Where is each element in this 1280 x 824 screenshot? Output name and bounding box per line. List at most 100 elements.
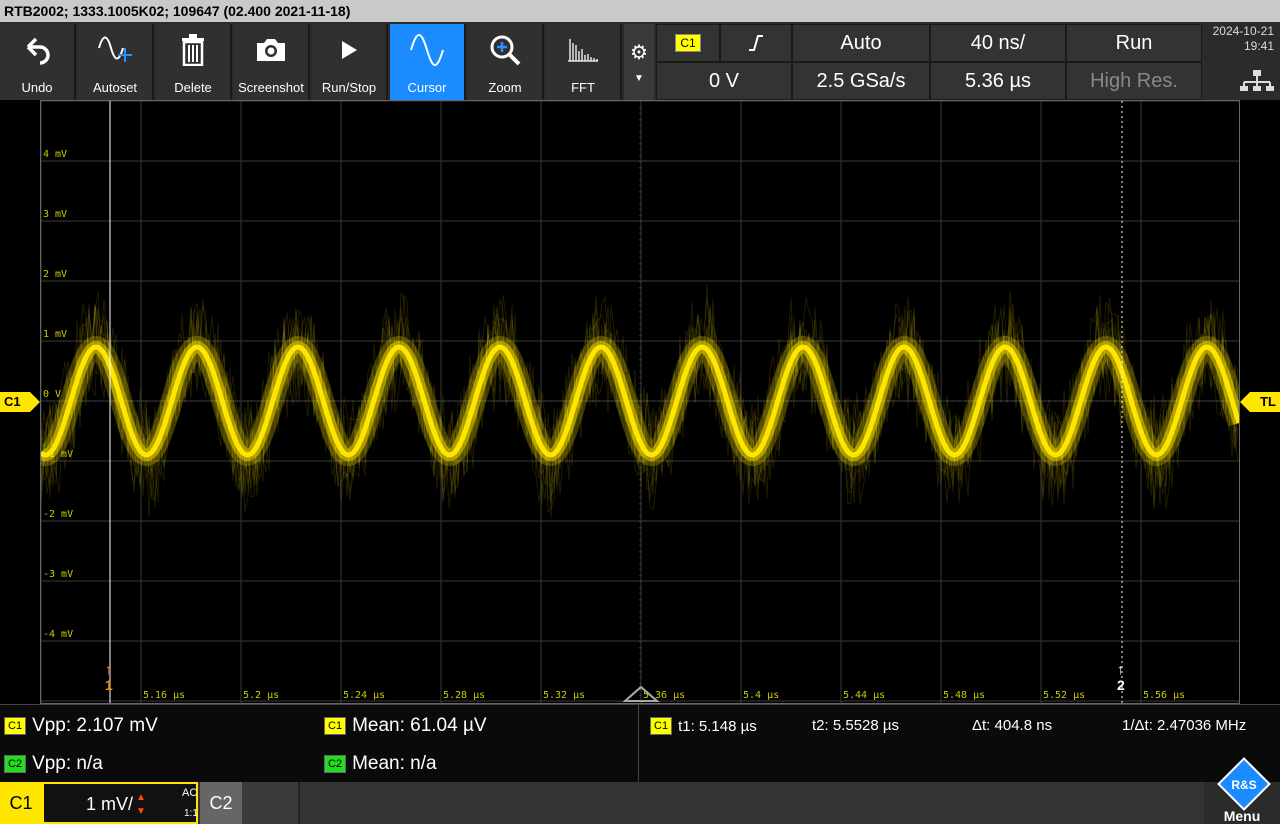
autoset-button[interactable]: Autoset bbox=[78, 24, 154, 100]
horizontal-position[interactable]: 5.36 µs bbox=[930, 62, 1066, 100]
x-tick-label: 5.32 µs bbox=[543, 690, 585, 701]
x-tick-label: 5.4 µs bbox=[743, 690, 779, 701]
y-tick-label: 1 mV bbox=[43, 329, 67, 340]
cursor-channel-badge: C1 bbox=[650, 717, 673, 735]
channel-bar: C1 1 mV/ ▲ ▼ AC 1:1 C2 R&S Menu bbox=[0, 757, 1280, 824]
menu-label: Menu bbox=[1223, 808, 1261, 824]
x-tick-label: 5.24 µs bbox=[343, 690, 385, 701]
c2-mean-value: Mean: n/a bbox=[352, 753, 437, 774]
trigger-level-marker[interactable]: TL bbox=[1240, 392, 1280, 412]
c1-mean-badge: C1 bbox=[324, 717, 347, 735]
trash-icon bbox=[182, 34, 204, 66]
channel-2-tab[interactable]: C2 bbox=[200, 782, 242, 824]
cursor-2-label: 2 bbox=[1117, 677, 1125, 693]
waveform-display[interactable]: 4 mV 3 mV 2 mV 1 mV 0 V -1 mV -2 mV -3 mV -4 mV … bbox=[40, 100, 1240, 704]
date: 2024-10-21 bbox=[1212, 24, 1274, 38]
zoom-in-icon bbox=[490, 35, 521, 66]
chevron-down-icon: ▼ bbox=[634, 73, 644, 84]
trigger-channel-badge: C1 bbox=[675, 34, 701, 52]
delete-button[interactable]: Delete bbox=[156, 24, 232, 100]
autoset-icon bbox=[98, 36, 132, 62]
screenshot-label: Screenshot bbox=[238, 80, 304, 95]
waveform-svg[interactable]: 4 mV3 mV2 mV1 mV0 V-1 mV-2 mV-3 mV-4 mV … bbox=[41, 101, 1239, 703]
datetime: 2024-10-21 19:41 bbox=[1204, 24, 1280, 54]
c1-vpp-measurement[interactable]: C1 Vpp: 2.107 mV bbox=[4, 715, 158, 737]
measurement-panel: C1 Vpp: 2.107 mV C1 Mean: 61.04 µV C2 Vp… bbox=[0, 704, 1280, 783]
rising-edge-icon bbox=[749, 35, 763, 51]
y-tick-label: 3 mV bbox=[43, 209, 67, 220]
undo-label: Undo bbox=[21, 80, 53, 95]
sine-icon bbox=[410, 34, 444, 66]
run-stop-label: Run/Stop bbox=[321, 80, 377, 95]
screenshot-button[interactable]: Screenshot bbox=[234, 24, 310, 100]
channel-1-tab[interactable]: C1 bbox=[0, 782, 42, 824]
cursor-1-marker[interactable]: ↑ 1 bbox=[105, 661, 113, 693]
cursor-2-marker[interactable]: ↑ 2 bbox=[1117, 661, 1125, 693]
cursor-t1: t1: 5.148 µs bbox=[678, 717, 757, 735]
cursor-measurement[interactable]: C1 t1: 5.148 µs bbox=[650, 717, 757, 735]
c1-vpp-badge: C1 bbox=[4, 717, 27, 735]
zoom-label: Zoom bbox=[488, 80, 522, 95]
scale-up-icon[interactable]: ▲ bbox=[136, 792, 146, 803]
x-tick-label: 5.56 µs bbox=[1143, 690, 1185, 701]
y-tick-label: 4 mV bbox=[43, 149, 67, 160]
trigger-level[interactable]: 0 V bbox=[656, 62, 792, 100]
y-tick-label: -4 mV bbox=[43, 629, 73, 640]
c2-mean-measurement[interactable]: C2 Mean: n/a bbox=[324, 753, 437, 775]
c2-vpp-measurement[interactable]: C2 Vpp: n/a bbox=[4, 753, 103, 775]
timebase[interactable]: 40 ns/ bbox=[930, 24, 1066, 62]
run-state[interactable]: Run bbox=[1066, 24, 1202, 62]
channel-1-probe: 1:1 bbox=[184, 808, 198, 819]
c1-vpp-value: Vpp: 2.107 mV bbox=[32, 715, 158, 736]
spectrum-icon bbox=[568, 39, 598, 62]
network-icon bbox=[1240, 70, 1274, 91]
y-tick-label: 0 V bbox=[43, 389, 61, 400]
y-tick-label: 2 mV bbox=[43, 269, 67, 280]
c2-vpp-badge: C2 bbox=[4, 755, 27, 773]
acquisition-mode[interactable]: High Res. bbox=[1066, 62, 1202, 100]
scale-down-icon[interactable]: ▼ bbox=[136, 806, 146, 817]
instrument-title: RTB2002; 1333.1005K02; 109647 (02.400 20… bbox=[0, 0, 1280, 22]
gear-icon: ⚙ bbox=[630, 42, 648, 64]
c1-mean-measurement[interactable]: C1 Mean: 61.04 µV bbox=[324, 715, 487, 737]
c2-mean-badge: C2 bbox=[324, 755, 347, 773]
rs-logo-icon: R&S bbox=[1217, 757, 1271, 811]
channel-1-offset-marker[interactable]: C1 bbox=[0, 392, 40, 412]
undo-button[interactable]: Undo bbox=[0, 24, 76, 100]
trigger-source[interactable]: C1 bbox=[656, 24, 720, 62]
cursor-2-arrow-icon: ↑ bbox=[1117, 661, 1124, 677]
c2-vpp-value: Vpp: n/a bbox=[32, 753, 103, 774]
x-tick-label: 5.48 µs bbox=[943, 690, 985, 701]
sample-rate[interactable]: 2.5 GSa/s bbox=[792, 62, 930, 100]
y-tick-label: -3 mV bbox=[43, 569, 73, 580]
zoom-button[interactable]: Zoom bbox=[468, 24, 544, 100]
run-stop-button[interactable]: Run/Stop bbox=[312, 24, 388, 100]
fft-button[interactable]: FFT bbox=[546, 24, 622, 100]
cursor-button[interactable]: Cursor bbox=[390, 24, 466, 100]
channel-1-settings[interactable]: 1 mV/ ▲ ▼ AC 1:1 bbox=[42, 782, 198, 824]
autoset-label: Autoset bbox=[92, 80, 138, 95]
cursor-1-arrow-icon: ↑ bbox=[105, 661, 112, 677]
cursor-inverse-delta-t: 1/Δt: 2.47036 MHz bbox=[1122, 717, 1247, 734]
play-icon bbox=[342, 41, 357, 59]
menu-button[interactable]: R&S Menu bbox=[1204, 757, 1280, 824]
x-tick-label: 5.44 µs bbox=[843, 690, 885, 701]
trigger-slope[interactable] bbox=[720, 24, 792, 62]
x-tick-label: 5.52 µs bbox=[1043, 690, 1085, 701]
cursor-delta-t: Δt: 404.8 ns bbox=[972, 717, 1053, 734]
x-tick-label: 5.2 µs bbox=[243, 690, 279, 701]
x-axis-labels: 5.16 µs 5.2 µs 5.24 µs 5.28 µs 5.32 µs 5.36 µ… bbox=[143, 690, 1185, 701]
cursor-label: Cursor bbox=[407, 80, 447, 95]
trigger-mode[interactable]: Auto bbox=[792, 24, 930, 62]
channel-2-settings[interactable] bbox=[242, 782, 300, 824]
camera-icon bbox=[257, 39, 285, 61]
c1-mean-value: Mean: 61.04 µV bbox=[352, 715, 487, 736]
cursor-t2: t2: 5.5528 µs bbox=[812, 717, 900, 734]
y-tick-label: -2 mV bbox=[43, 509, 73, 520]
x-tick-label: 5.16 µs bbox=[143, 690, 185, 701]
rs-logo-text: R&S bbox=[1231, 778, 1256, 792]
cursor-1-label: 1 bbox=[105, 677, 113, 693]
settings-button[interactable]: ⚙ ▼ bbox=[624, 24, 654, 100]
delete-label: Delete bbox=[174, 80, 212, 95]
undo-icon bbox=[26, 37, 50, 65]
